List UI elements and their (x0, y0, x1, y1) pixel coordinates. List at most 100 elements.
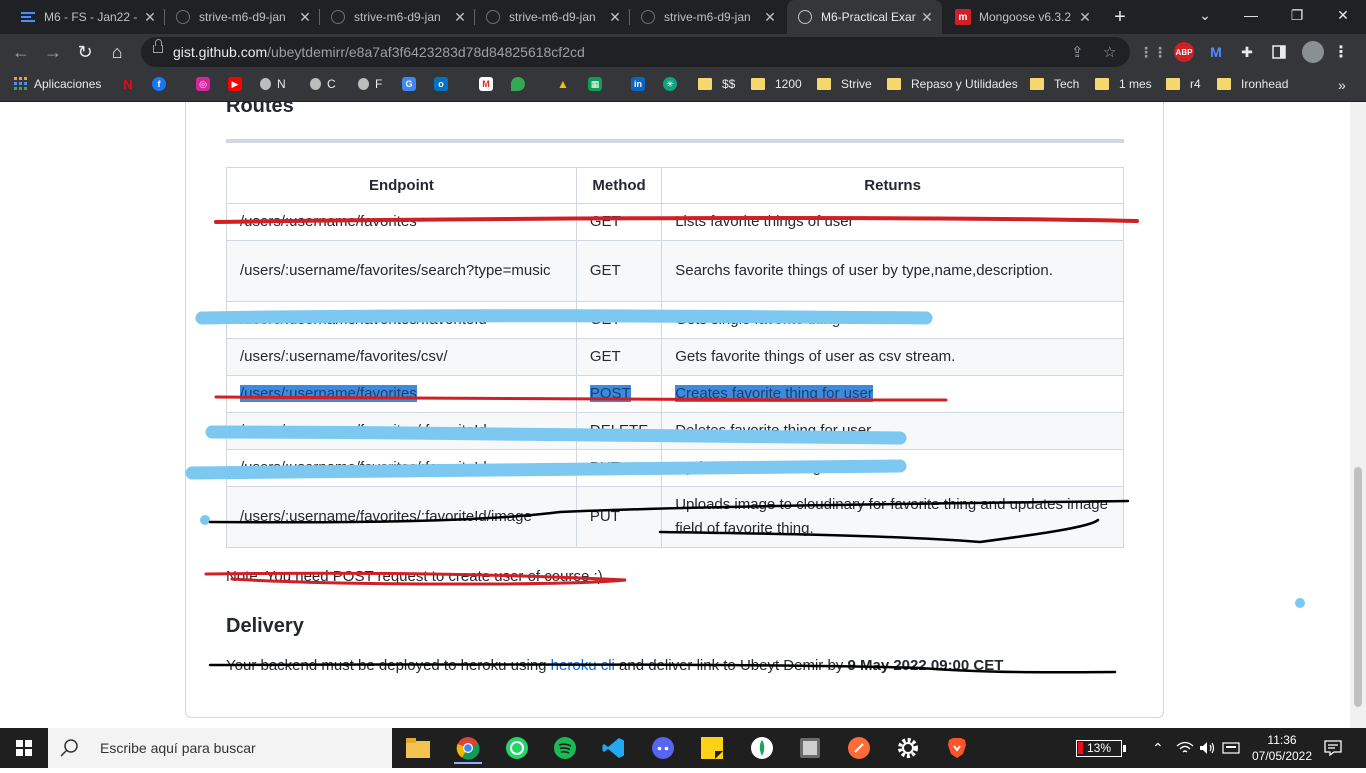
close-tab-icon[interactable]: ✕ (296, 9, 314, 26)
forward-icon[interactable]: → (41, 40, 65, 64)
chrome-icon[interactable] (454, 734, 482, 764)
bookmark-apple-f[interactable]: F (358, 77, 382, 91)
more-bookmarks-button[interactable]: » (1338, 77, 1346, 93)
keyboard-layout-icon[interactable] (1222, 728, 1240, 768)
menu-icon[interactable]: ⋮ (1331, 42, 1351, 62)
tab-strive-4[interactable]: strive-m6-d9-jan ✕ (630, 0, 785, 34)
vscode-icon[interactable] (600, 734, 628, 762)
table-header-row: Endpoint Method Returns (226, 167, 1124, 204)
side-panel-icon[interactable] (1269, 42, 1289, 62)
back-icon[interactable]: ← (9, 40, 33, 64)
heroku-cli-link[interactable]: heroku cli (551, 657, 615, 674)
bookmark-folder-r4[interactable]: r4 (1166, 77, 1201, 91)
volume-icon[interactable] (1199, 728, 1217, 768)
close-tab-icon[interactable]: ✕ (918, 9, 936, 26)
tab-strive-1[interactable]: strive-m6-d9-jan ✕ (165, 0, 320, 34)
restore-icon[interactable]: ❐ (1274, 0, 1320, 30)
bookmark-translate[interactable]: G (402, 77, 422, 91)
returns-cell: Lists favorite things of user (661, 203, 1124, 241)
bookmark-sheets[interactable]: ▦ (588, 77, 608, 91)
bookmark-star-icon[interactable]: ☆ (1103, 43, 1116, 61)
windows-start-button[interactable] (0, 728, 48, 768)
profile-avatar[interactable] (1302, 41, 1324, 63)
discord-icon[interactable] (649, 734, 677, 762)
note-text: Note: You need POST request to create us… (226, 568, 603, 585)
whatsapp-icon[interactable] (503, 734, 531, 762)
github-icon (175, 9, 191, 25)
mongodb-compass-icon[interactable] (748, 734, 776, 762)
delivery-heading: Delivery (226, 615, 304, 637)
apps-grid-icon[interactable]: ⋮⋮ (1139, 42, 1167, 62)
postman-icon[interactable] (845, 734, 873, 762)
bookmark-instagram[interactable]: ◎ (196, 77, 216, 91)
address-bar[interactable]: gist.github.com/ubeytdemirr/e8a7af3f6423… (141, 37, 1130, 67)
routes-table: Endpoint Method Returns /users/:username… (226, 167, 1124, 548)
share-icon[interactable]: ⇪ (1071, 43, 1084, 61)
endpoint-cell: /users/:username/favorites/search?type=m… (226, 240, 577, 302)
close-tab-icon[interactable]: ✕ (606, 9, 624, 26)
new-tab-button[interactable]: + (1108, 5, 1132, 29)
battery-indicator[interactable]: 13% (1076, 728, 1126, 768)
page-scrollbar[interactable] (1350, 102, 1366, 728)
settings-gear-icon[interactable] (894, 734, 922, 762)
table-row: /users/:username/favorites/:favoriteId P… (226, 449, 1124, 487)
youtube-icon: ▶ (228, 77, 242, 91)
bookmark-folder-1200[interactable]: 1200 (751, 77, 802, 91)
battery-icon: 13% (1076, 739, 1122, 757)
file-explorer-icon[interactable] (404, 734, 432, 762)
bookmark-apple-c[interactable]: C (310, 77, 336, 91)
tab-strive-3[interactable]: strive-m6-d9-jan ✕ (475, 0, 630, 34)
bookmark-folder-tech[interactable]: Tech (1030, 77, 1079, 91)
lock-icon[interactable] (153, 39, 163, 53)
show-hidden-icons-chevron-up-icon[interactable]: ⌃ (1152, 728, 1164, 768)
selected-text: /users/:username/favorites (240, 385, 417, 402)
tab-m6-fs[interactable]: M6 - FS - Jan22 - ✕ (10, 0, 165, 34)
url-text[interactable]: gist.github.com/ubeytdemirr/e8a7af3f6423… (173, 44, 585, 60)
system-clock[interactable]: 11:36 07/05/2022 (1252, 728, 1312, 768)
bookmark-linkedin[interactable]: in (631, 77, 651, 91)
bookmark-openai[interactable]: ✳ (663, 77, 683, 91)
close-tab-icon[interactable]: ✕ (1076, 9, 1094, 26)
bookmark-apple-n[interactable]: N (260, 77, 286, 91)
close-window-icon[interactable]: ✕ (1320, 0, 1366, 30)
github-icon (485, 9, 501, 25)
table-row: /users/:username/favorites/search?type=m… (226, 240, 1124, 302)
bookmark-folder-strive[interactable]: Strive (817, 77, 872, 91)
notification-center-icon[interactable] (1324, 728, 1342, 768)
bookmark-folder-dollars[interactable]: $$ (698, 77, 735, 91)
sticky-notes-icon[interactable] (698, 734, 726, 762)
list-icon (20, 9, 36, 25)
scrollbar-thumb[interactable] (1354, 467, 1362, 707)
bookmark-folder-ironhead[interactable]: Ironhead (1217, 77, 1288, 91)
mongoose-icon: m (955, 9, 971, 25)
tab-strive-2[interactable]: strive-m6-d9-jan ✕ (320, 0, 475, 34)
bookmark-drive[interactable]: ▲ (556, 77, 576, 91)
reload-icon[interactable]: ↻ (73, 40, 97, 64)
tab-search-icon[interactable]: ⌄ (1182, 0, 1228, 30)
tab-mongoose[interactable]: m Mongoose v6.3.2 ✕ (945, 0, 1100, 34)
extension-m-icon[interactable]: M (1206, 42, 1226, 62)
brave-icon[interactable] (943, 734, 971, 762)
extensions-puzzle-icon[interactable]: ✚ (1237, 42, 1257, 62)
home-icon[interactable]: ⌂ (105, 40, 129, 64)
close-tab-icon[interactable]: ✕ (141, 9, 159, 26)
wifi-icon[interactable] (1176, 728, 1194, 768)
app-window-icon[interactable] (796, 734, 824, 762)
spotify-icon[interactable] (551, 734, 579, 762)
close-tab-icon[interactable]: ✕ (451, 9, 469, 26)
tab-m6-practical-exam[interactable]: M6-Practical Exar ✕ (787, 0, 942, 34)
adblock-icon[interactable]: ABP (1174, 42, 1194, 62)
bookmark-folder-repaso[interactable]: Repaso y Utilidades (887, 77, 1018, 91)
bookmark-netflix[interactable]: N (121, 77, 141, 92)
close-tab-icon[interactable]: ✕ (761, 9, 779, 26)
minimize-icon[interactable]: — (1228, 0, 1274, 30)
bookmark-facebook[interactable]: f (152, 77, 172, 91)
taskbar-search-box[interactable]: Escribe aquí para buscar (48, 728, 392, 768)
bookmark-folder-1-mes[interactable]: 1 mes (1095, 77, 1152, 91)
bookmark-apps[interactable]: Aplicaciones (14, 77, 101, 91)
bookmark-maps[interactable] (511, 77, 531, 91)
bookmark-gmail[interactable]: M (479, 77, 499, 91)
bookmark-outlook[interactable]: o (434, 77, 454, 91)
tab-title: strive-m6-d9-jan (664, 10, 751, 24)
bookmark-youtube[interactable]: ▶ (228, 77, 248, 91)
